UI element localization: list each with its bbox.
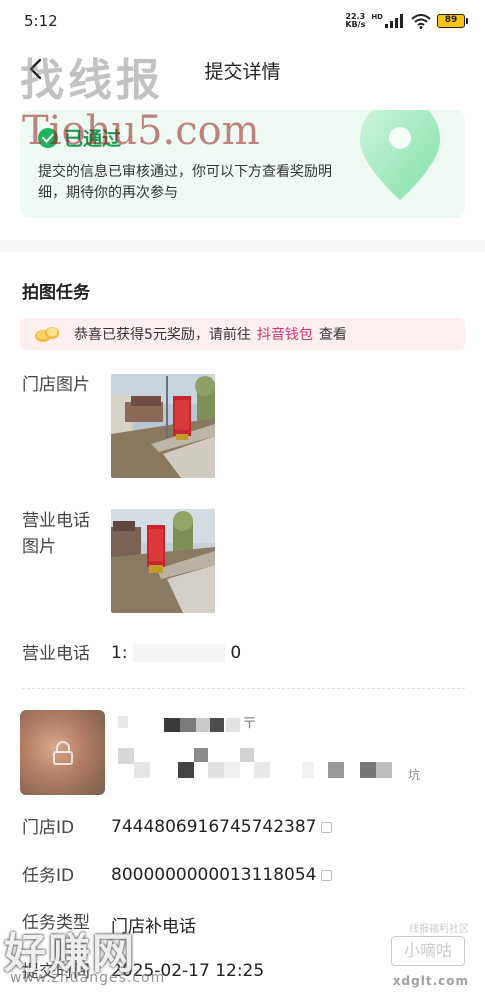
phone-value-end: 0 — [230, 643, 242, 663]
section-divider — [0, 240, 485, 252]
watermark-right-url: xdglt.com — [392, 974, 469, 988]
address-redacted — [118, 742, 408, 782]
network-speed: 22.3 KB/s — [345, 12, 366, 29]
address-tail: 坑 — [408, 768, 421, 782]
signal-icon — [385, 14, 403, 28]
copy-icon[interactable] — [320, 821, 332, 833]
store-id-label: 门店ID — [22, 818, 75, 838]
coins-icon — [35, 327, 59, 342]
store-photo-label: 门店图片 — [22, 375, 90, 395]
store-id-row: 7444806916745742387 — [111, 817, 332, 837]
phone-value: 1: 0 — [111, 643, 241, 663]
task-title: 拍图任务 — [22, 283, 90, 303]
phone-redacted — [132, 644, 225, 662]
phone-photo[interactable] — [111, 509, 215, 613]
map-pin-icon — [360, 110, 440, 200]
task-id-label: 任务ID — [22, 866, 75, 886]
battery-icon: 89 — [437, 14, 468, 28]
store-photo[interactable] — [111, 374, 215, 478]
hd-indicator: HD — [371, 13, 383, 21]
store-id-value: 7444806916745742387 — [111, 817, 317, 837]
phone-value-start: 1: — [111, 643, 128, 663]
reward-text-prefix: 恭喜已获得5元奖励，请前往 — [74, 327, 251, 343]
status-time: 5:12 — [24, 12, 58, 30]
watermark-bottom-url: www.zhuanges.com — [10, 970, 166, 986]
copy-icon[interactable] — [320, 869, 332, 881]
status-description: 提交的信息已审核通过，你可以下方查看奖励明细，期待你的再次参与 — [38, 164, 332, 201]
status-bar: 5:12 22.3 KB/s HD 89 — [0, 0, 485, 44]
phone-photo-image — [111, 509, 215, 613]
watermark-right-small: 线报福利社区 — [409, 924, 469, 935]
store-photo-image — [111, 374, 215, 478]
watermark-top: 找线报 — [20, 55, 164, 106]
dashed-divider — [22, 688, 465, 689]
store-thumbnail[interactable] — [20, 710, 105, 795]
reward-text-suffix: 查看 — [318, 327, 347, 343]
phone-label: 营业电话 — [22, 644, 90, 664]
watermark-right-label: 小嘀咕 — [391, 936, 465, 966]
store-name-redacted — [118, 714, 258, 736]
reward-banner: 恭喜已获得5元奖励，请前往 抖音钱包 查看 — [20, 318, 465, 350]
douyin-wallet-link[interactable]: 抖音钱包 — [257, 324, 313, 344]
task-id-row: 8000000000013118054 — [111, 865, 332, 885]
store-name-tail: 〒 — [242, 714, 258, 732]
task-id-value: 8000000000013118054 — [111, 865, 317, 885]
status-icons: 22.3 KB/s HD 89 — [345, 12, 468, 29]
watermark-url: Tiohu5.com — [22, 108, 260, 154]
lock-icon — [52, 740, 73, 765]
phone-photo-label: 营业电话 图片 — [22, 511, 90, 557]
wifi-icon — [411, 13, 431, 29]
